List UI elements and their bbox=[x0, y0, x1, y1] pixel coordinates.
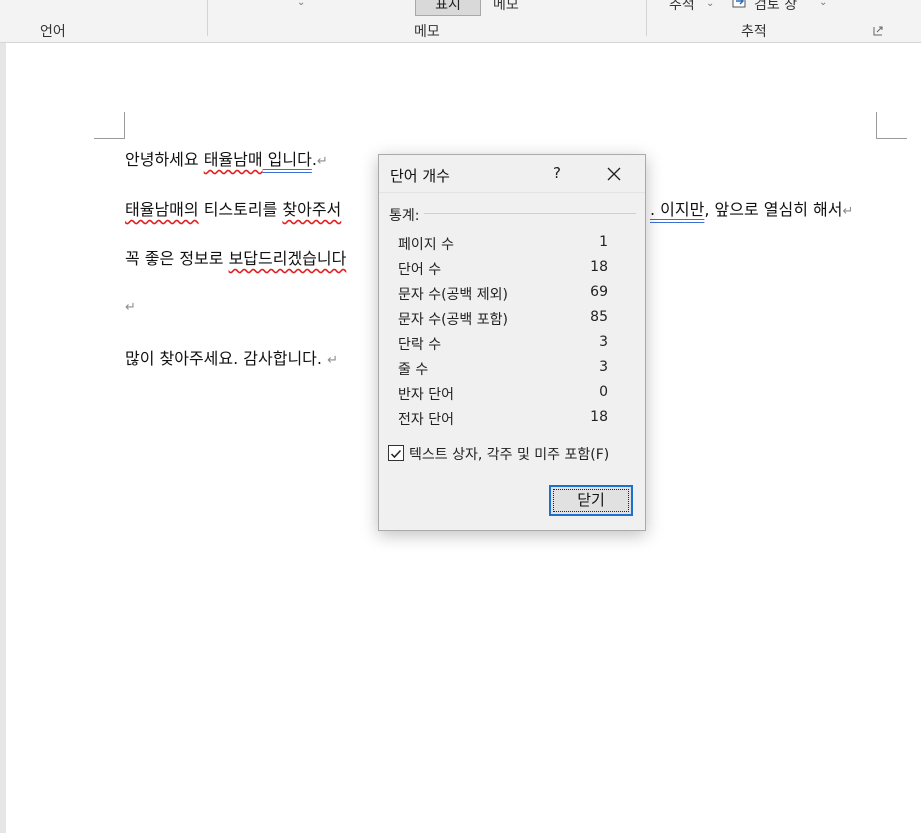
close-icon[interactable] bbox=[601, 161, 627, 187]
stat-value: 3 bbox=[599, 359, 608, 375]
stat-value: 18 bbox=[590, 409, 608, 425]
stat-value: 1 bbox=[599, 234, 608, 250]
text-run-misspelled: 태율남매의 bbox=[125, 200, 199, 219]
stat-row-pages: 페이지 수 1 bbox=[398, 234, 608, 256]
margin-corner-mark bbox=[94, 112, 125, 139]
text-run-grammar: . 이지만 bbox=[650, 200, 705, 219]
dialog-launcher-icon[interactable] bbox=[873, 26, 883, 36]
ribbon-separator bbox=[646, 0, 647, 36]
statistics-group-label: 통계: bbox=[389, 208, 420, 224]
chevron-down-icon[interactable]: ⌄ bbox=[819, 0, 827, 8]
memo-button[interactable]: 메모 bbox=[493, 0, 519, 14]
group-label-memo: 메모 bbox=[414, 24, 440, 40]
help-button[interactable]: ? bbox=[547, 161, 567, 185]
text-run: , 앞으로 열심히 해서 bbox=[704, 200, 843, 219]
stat-label: 페이지 수 bbox=[398, 237, 454, 253]
include-textboxes-checkbox[interactable] bbox=[388, 445, 404, 461]
paragraph-mark: ↵ bbox=[125, 300, 136, 315]
stat-row-lines: 줄 수 3 bbox=[398, 359, 608, 381]
stat-row-paragraphs: 단락 수 3 bbox=[398, 334, 608, 356]
paragraph-3[interactable]: 꼭 좋은 정보로 보답드리겠습니다 bbox=[125, 245, 346, 269]
paragraph-1[interactable]: 안녕하세요 태율남매 입니다.↵ bbox=[125, 146, 328, 170]
stat-label: 문자 수(공백 제외) bbox=[398, 287, 508, 303]
review-pane-button[interactable]: 검토 창 bbox=[754, 0, 797, 14]
stat-row-chars-with-spaces: 문자 수(공백 포함) 85 bbox=[398, 309, 608, 331]
stat-label: 반자 단어 bbox=[398, 387, 454, 403]
stat-value: 0 bbox=[599, 384, 608, 400]
group-label-tracking: 추적 bbox=[741, 24, 767, 40]
dialog-title: 단어 개수 bbox=[390, 167, 450, 185]
stat-row-fullwidth-words: 전자 단어 18 bbox=[398, 409, 608, 431]
text-run: 안녕하세요 bbox=[125, 150, 204, 169]
stat-value: 18 bbox=[590, 259, 608, 275]
stat-row-chars-no-spaces: 문자 수(공백 제외) 69 bbox=[398, 284, 608, 306]
stat-label: 문자 수(공백 포함) bbox=[398, 312, 508, 328]
paragraph-mark: ↵ bbox=[316, 154, 328, 169]
paragraph-2-tail[interactable]: . 이지만, 앞으로 열심히 해서↵ bbox=[650, 196, 853, 220]
track-button[interactable]: 추적 bbox=[669, 0, 695, 14]
ribbon: 언어 ⌄ 표시 메모 메모 추적 ⌄ 검토 창 ⌄ 추적 bbox=[0, 0, 921, 43]
text-run-misspelled: 보답드리겠습니다 bbox=[228, 249, 347, 268]
chevron-down-icon[interactable]: ⌄ bbox=[297, 0, 305, 8]
close-button[interactable]: 닫기 bbox=[549, 485, 633, 516]
stat-value: 85 bbox=[590, 309, 608, 325]
text-run-misspelled: 태율남매 bbox=[203, 150, 263, 169]
stat-label: 줄 수 bbox=[398, 362, 429, 378]
paragraph-empty[interactable]: ↵ bbox=[125, 296, 136, 315]
paragraph-mark: ↵ bbox=[842, 204, 854, 219]
stat-row-halfwidth-words: 반자 단어 0 bbox=[398, 384, 608, 406]
group-divider bbox=[424, 213, 636, 214]
text-run: 많이 찾아주세요. 감사합니다. bbox=[125, 349, 328, 368]
stat-label: 단어 수 bbox=[398, 262, 442, 278]
text-run: 꼭 좋은 정보로 bbox=[125, 249, 229, 268]
margin-corner-mark bbox=[876, 112, 907, 139]
chevron-down-icon[interactable]: ⌄ bbox=[706, 0, 714, 9]
text-run: 티스토리를 bbox=[198, 200, 283, 219]
checkmark-icon bbox=[390, 449, 402, 459]
word-count-dialog: 단어 개수 ? 통계: 페이지 수 1 단어 수 18 문자 수(공백 제외) … bbox=[378, 154, 646, 531]
stat-label: 단락 수 bbox=[398, 337, 442, 353]
stat-label: 전자 단어 bbox=[398, 412, 454, 428]
stat-value: 3 bbox=[599, 334, 608, 350]
stat-value: 69 bbox=[590, 284, 608, 300]
text-run-grammar: 입니다 bbox=[262, 150, 312, 169]
paragraph-mark: ↵ bbox=[327, 353, 338, 368]
paragraph-4[interactable]: 많이 찾아주세요. 감사합니다. ↵ bbox=[125, 345, 338, 369]
paragraph-2[interactable]: 태율남매의 티스토리를 찾아주서 bbox=[125, 196, 341, 220]
review-pane-icon[interactable] bbox=[732, 0, 748, 13]
text-run-misspelled: 찾아주서 bbox=[282, 200, 342, 219]
group-label-language: 언어 bbox=[40, 24, 66, 40]
title-divider bbox=[379, 192, 645, 193]
stat-row-words: 단어 수 18 bbox=[398, 259, 608, 281]
ribbon-separator bbox=[207, 0, 208, 36]
include-textboxes-label[interactable]: 텍스트 상자, 각주 및 미주 포함(F) bbox=[409, 444, 609, 464]
show-button[interactable]: 표시 bbox=[415, 0, 481, 16]
